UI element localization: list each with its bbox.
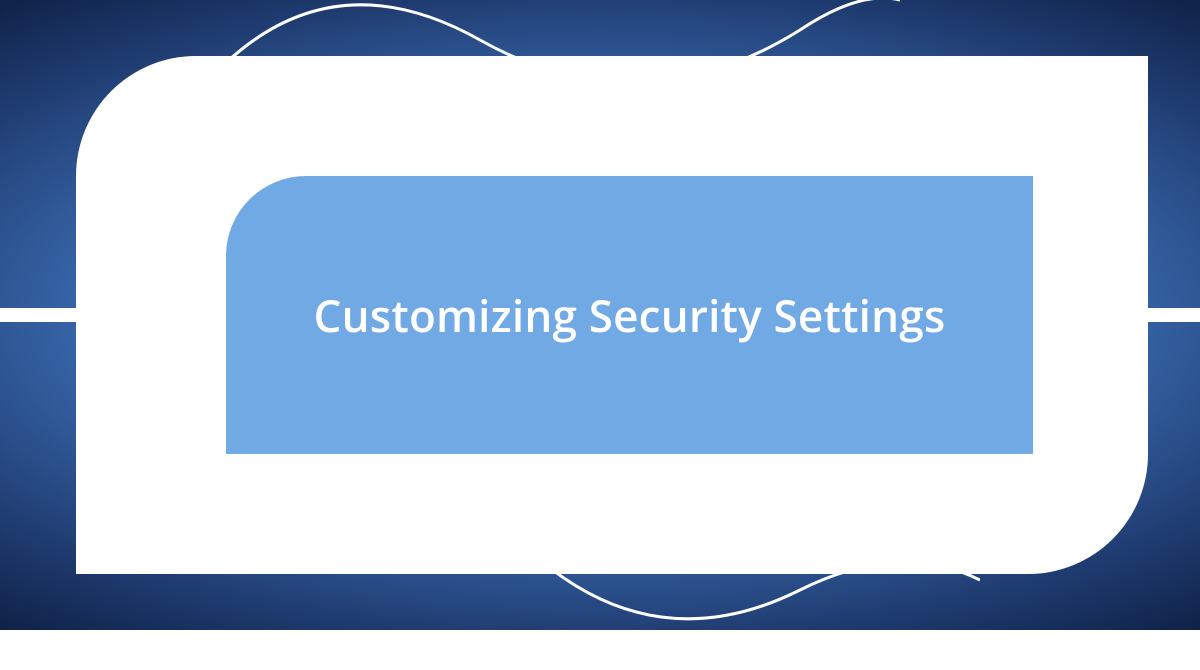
page-title: Customizing Security Settings xyxy=(313,285,945,345)
outer-white-panel: Customizing Security Settings xyxy=(76,56,1148,574)
inner-blue-panel: Customizing Security Settings xyxy=(226,176,1033,454)
